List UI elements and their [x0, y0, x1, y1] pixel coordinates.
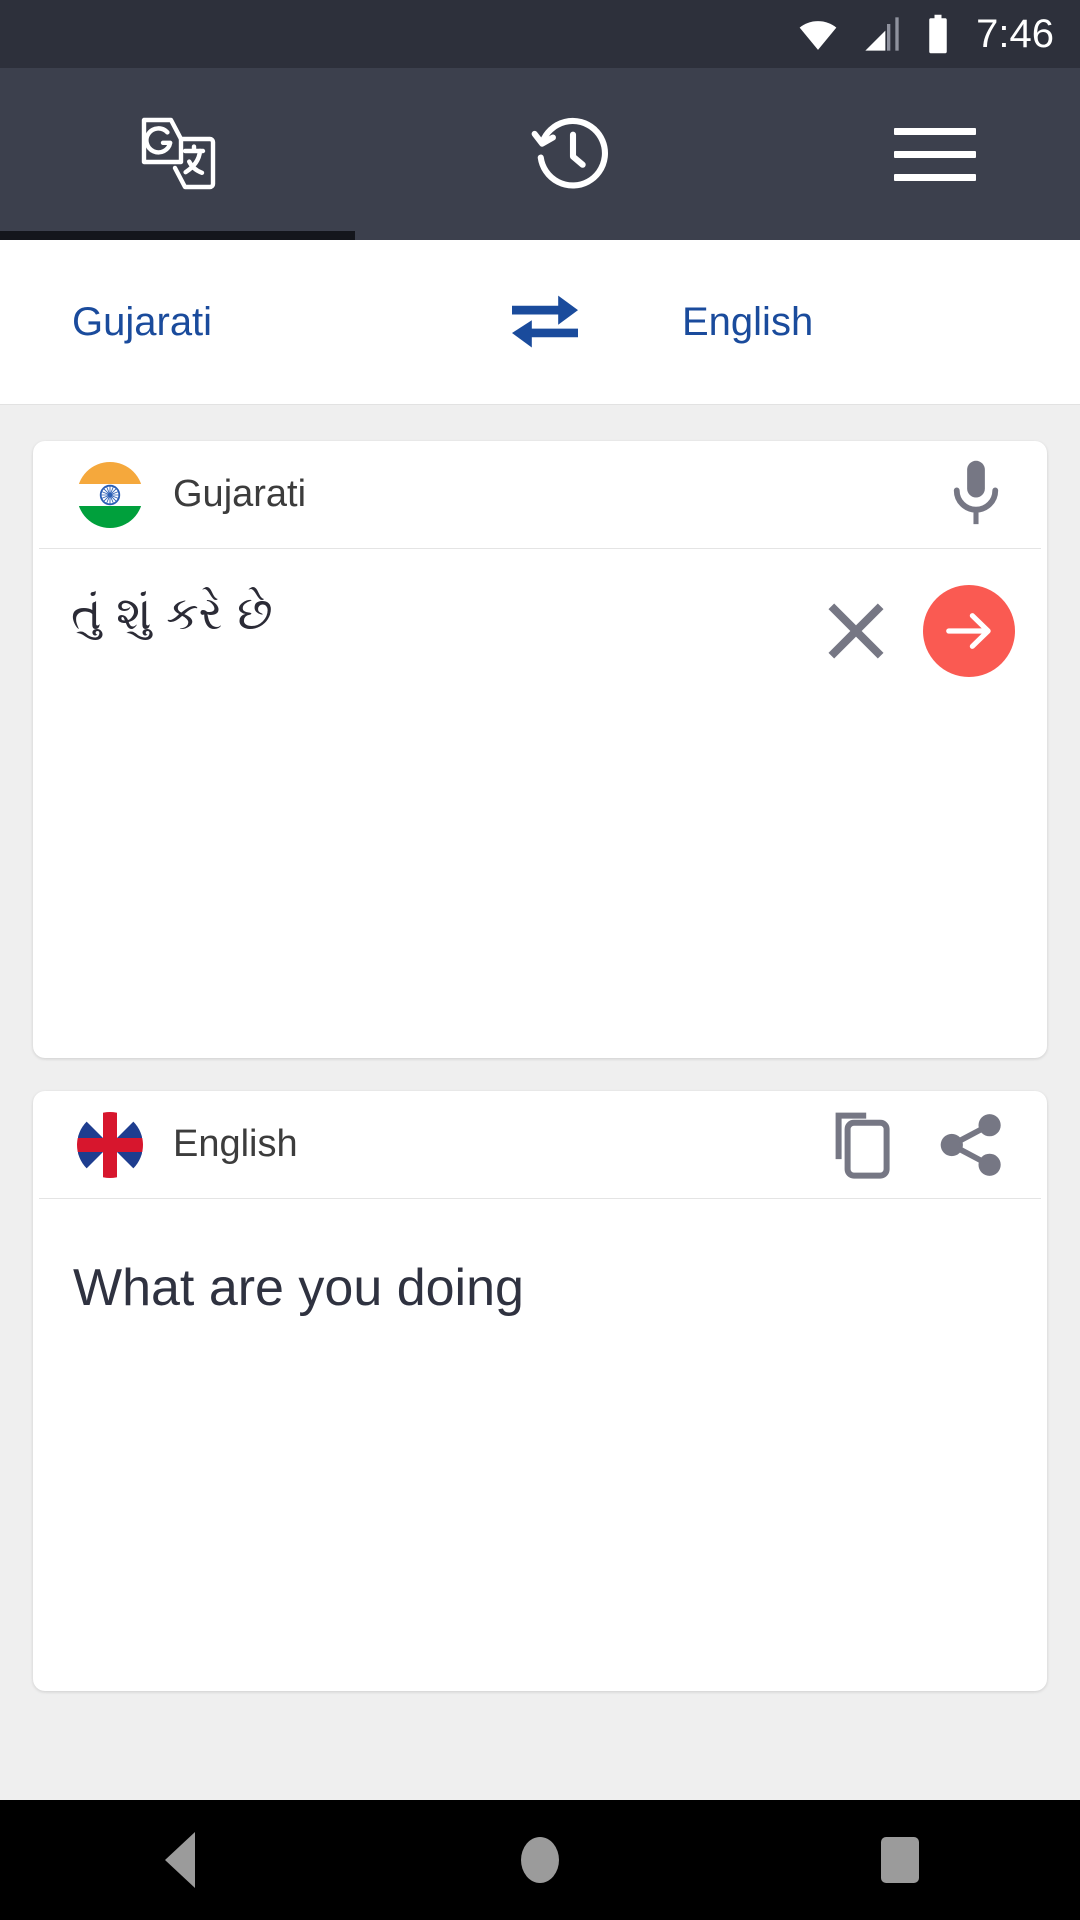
source-card-actions	[945, 457, 1007, 533]
wifi-icon	[799, 21, 837, 50]
microphone-icon[interactable]	[945, 457, 1007, 533]
android-navigation-bar	[0, 1800, 1080, 1920]
google-translate-icon	[141, 117, 215, 190]
recents-button[interactable]	[800, 1800, 1000, 1920]
status-bar-clock: 7:46	[976, 12, 1054, 56]
target-card-header: English	[39, 1091, 1041, 1199]
history-tab[interactable]	[355, 68, 790, 240]
menu-button[interactable]	[790, 68, 1080, 240]
uk-flag-icon	[77, 1111, 143, 1178]
back-triangle-icon	[165, 1832, 195, 1888]
source-card-body: તું શું કરે છે	[33, 549, 1047, 677]
clear-text-button[interactable]	[813, 588, 899, 674]
source-text-input[interactable]: તું શું કરે છે	[71, 579, 813, 643]
close-icon	[828, 603, 884, 659]
source-input-actions	[813, 579, 1015, 677]
target-language-label: English	[682, 299, 814, 344]
language-selector-bar: Gujarati English	[0, 240, 1080, 405]
home-circle-icon	[521, 1837, 559, 1883]
translate-submit-button[interactable]	[923, 585, 1015, 677]
target-card: English What are you doing	[33, 1091, 1047, 1691]
app-toolbar	[0, 68, 1080, 240]
status-icons	[796, 13, 952, 55]
status-bar: 7:46	[0, 0, 1080, 68]
india-flag-icon	[77, 461, 143, 528]
translation-result-text: What are you doing	[73, 1259, 524, 1317]
swap-languages-button[interactable]	[470, 291, 620, 353]
recents-square-icon	[881, 1837, 919, 1883]
cellular-signal-icon	[865, 17, 899, 51]
target-language-button[interactable]: English	[620, 300, 1080, 345]
arrow-right-icon	[946, 613, 991, 649]
battery-icon	[929, 14, 947, 54]
source-language-button[interactable]: Gujarati	[0, 300, 470, 345]
translate-tab[interactable]	[0, 68, 355, 240]
hamburger-icon	[894, 127, 976, 181]
active-tab-indicator	[0, 231, 355, 240]
target-card-actions	[829, 1109, 1007, 1181]
translation-content: Gujarati તું શું કરે છે English What are…	[0, 405, 1080, 1920]
source-card-language-label: Gujarati	[173, 473, 307, 515]
swap-arrows-icon	[512, 295, 578, 348]
share-icon[interactable]	[935, 1109, 1007, 1181]
source-card: Gujarati તું શું કરે છે	[33, 441, 1047, 1058]
source-card-header: Gujarati	[39, 441, 1041, 549]
back-button[interactable]	[80, 1800, 280, 1920]
home-button[interactable]	[440, 1800, 640, 1920]
history-icon	[531, 117, 608, 189]
source-language-label: Gujarati	[72, 299, 213, 344]
copy-icon[interactable]	[829, 1109, 895, 1181]
target-card-language-label: English	[173, 1123, 298, 1165]
